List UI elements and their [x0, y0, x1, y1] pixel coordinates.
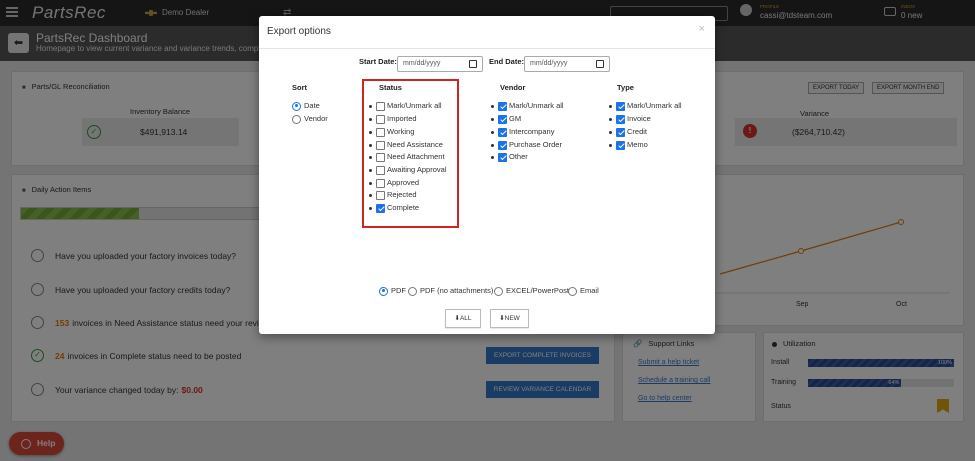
vendor-mark-all[interactable]: Mark/Unmark all	[491, 101, 564, 111]
status-imported[interactable]: Imported	[369, 114, 417, 124]
export-new-button[interactable]: ⬇NEW	[490, 309, 529, 328]
status-need-assistance[interactable]: Need Assistance	[369, 140, 443, 150]
vendor-purchase-order[interactable]: Purchase Order	[491, 140, 562, 150]
status-rejected[interactable]: Rejected	[369, 190, 417, 200]
dialog-divider	[259, 48, 715, 49]
vendor-intercompany[interactable]: Intercompany	[491, 127, 554, 137]
vendor-other[interactable]: Other	[491, 152, 528, 162]
status-working[interactable]: Working	[369, 127, 414, 137]
start-date-input[interactable]: mm/dd/yyyy	[397, 56, 483, 72]
end-date-input[interactable]: mm/dd/yyyy	[524, 56, 610, 72]
vendor-gm[interactable]: GM	[491, 114, 521, 124]
export-options-dialog: Export options × Start Date: mm/dd/yyyy …	[259, 16, 715, 334]
type-credit[interactable]: Credit	[609, 127, 647, 137]
radio-selected[interactable]	[292, 101, 301, 111]
type-memo[interactable]: Memo	[609, 140, 648, 150]
close-icon[interactable]: ×	[699, 23, 705, 35]
status-need-attachment[interactable]: Need Attachment	[369, 152, 445, 162]
calendar-icon[interactable]	[596, 60, 604, 68]
sort-date-radio[interactable]: Date	[292, 101, 320, 111]
radio[interactable]	[292, 114, 301, 124]
sort-vendor-radio[interactable]: Vendor	[292, 114, 328, 124]
start-date-label: Start Date:	[359, 57, 397, 66]
type-mark-all[interactable]: Mark/Unmark all	[609, 101, 682, 111]
dialog-title: Export options	[267, 26, 331, 37]
format-pdf-radio[interactable]: PDF	[379, 286, 406, 296]
format-pdf-no-attach-radio[interactable]: PDF (no attachments)	[408, 286, 493, 296]
sort-heading: Sort	[292, 83, 307, 92]
calendar-icon[interactable]	[469, 60, 477, 68]
type-invoice[interactable]: Invoice	[609, 114, 651, 124]
vendor-heading: Vendor	[500, 83, 526, 92]
status-heading: Status	[379, 83, 402, 92]
format-excel-radio[interactable]: EXCEL/PowerPost	[494, 286, 569, 296]
type-heading: Type	[617, 83, 634, 92]
format-email-radio[interactable]: Email	[568, 286, 599, 296]
status-complete[interactable]: Complete	[369, 203, 419, 213]
status-mark-all[interactable]: Mark/Unmark all	[369, 101, 442, 111]
status-approved[interactable]: Approved	[369, 178, 419, 188]
export-all-button[interactable]: ⬇ALL	[445, 309, 481, 328]
status-awaiting-approval[interactable]: Awaiting Approval	[369, 165, 446, 175]
end-date-label: End Date:	[489, 57, 525, 66]
